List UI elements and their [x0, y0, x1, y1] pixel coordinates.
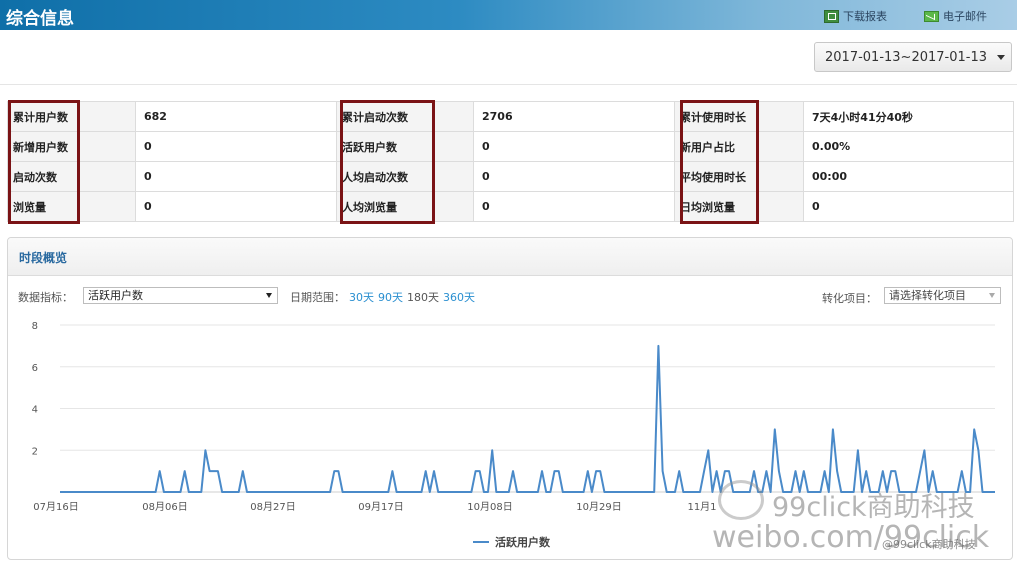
x-tick-label: 08月06日 [142, 501, 187, 513]
y-tick-label: 6 [32, 363, 38, 374]
y-tick-label: 4 [32, 405, 38, 416]
chart-legend: 活跃用户数 [473, 534, 550, 550]
y-tick-label: 8 [32, 321, 38, 332]
x-tick-label: 11月1 [687, 501, 716, 513]
x-tick-label: 10月29日 [576, 501, 621, 513]
x-tick-label: 10月08日 [467, 501, 512, 513]
legend-swatch [473, 541, 489, 543]
x-tick-label: 09月17日 [358, 501, 403, 513]
legend-label: 活跃用户数 [495, 536, 550, 549]
x-tick-label: 07月16日 [33, 501, 78, 513]
y-tick-label: 2 [32, 446, 38, 457]
series-line [60, 344, 995, 493]
line-chart: 2 4 6 8 07月16日 08月06日 08月27日 09月17日 10月08日 10月29日… [32, 321, 995, 513]
x-tick-label: 08月27日 [250, 501, 295, 513]
